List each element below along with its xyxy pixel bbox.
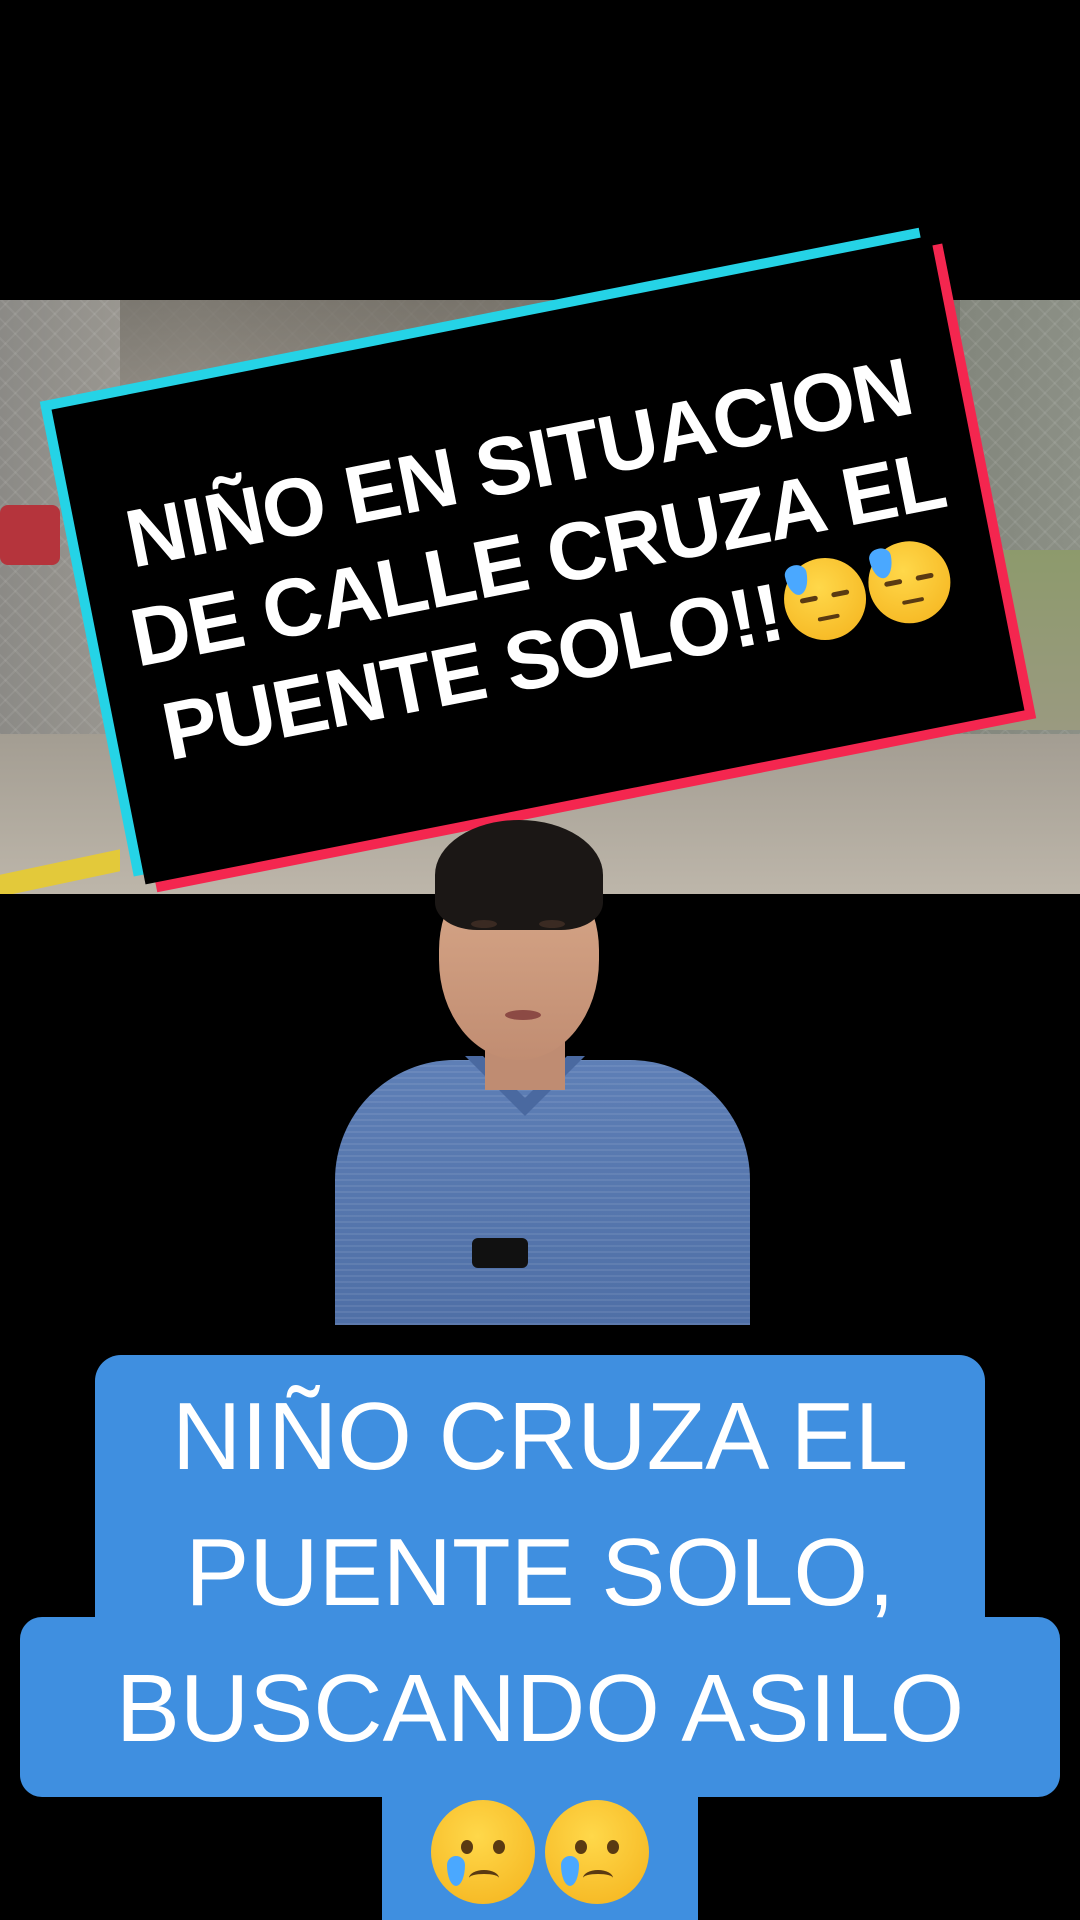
banner-title: NIÑO EN SITUACION DE CALLE CRUZA EL PUEN… [78, 330, 998, 789]
presenter [335, 820, 750, 1325]
downcast-sweat-face-icon [860, 534, 958, 631]
caption-line-2: PUENTE SOLO, [185, 1519, 895, 1626]
presenter-hair [435, 820, 603, 930]
downcast-sweat-face-icon [776, 550, 873, 648]
caption-text: NIÑO CRUZA EL PUENTE SOLO, BUSCANDO ASIL… [0, 1355, 1080, 1777]
caption-bubble: NIÑO CRUZA EL PUENTE SOLO, BUSCANDO ASIL… [0, 1355, 1080, 1920]
video-frame: NIÑO EN SITUACION DE CALLE CRUZA EL PUEN… [0, 0, 1080, 1920]
presenter-mouth [505, 1010, 541, 1020]
presenter-shirt [335, 1060, 750, 1325]
crying-face-icon [431, 1799, 535, 1904]
caption-line-1: NIÑO CRUZA EL [171, 1383, 909, 1490]
presenter-eye [539, 920, 565, 928]
caption-line-3: BUSCANDO ASILO [115, 1655, 965, 1762]
lavalier-mic-icon [472, 1238, 528, 1268]
red-vehicle [0, 505, 60, 565]
crying-face-icon [545, 1799, 649, 1904]
presenter-eye [471, 920, 497, 928]
caption-emojis [382, 1783, 698, 1920]
